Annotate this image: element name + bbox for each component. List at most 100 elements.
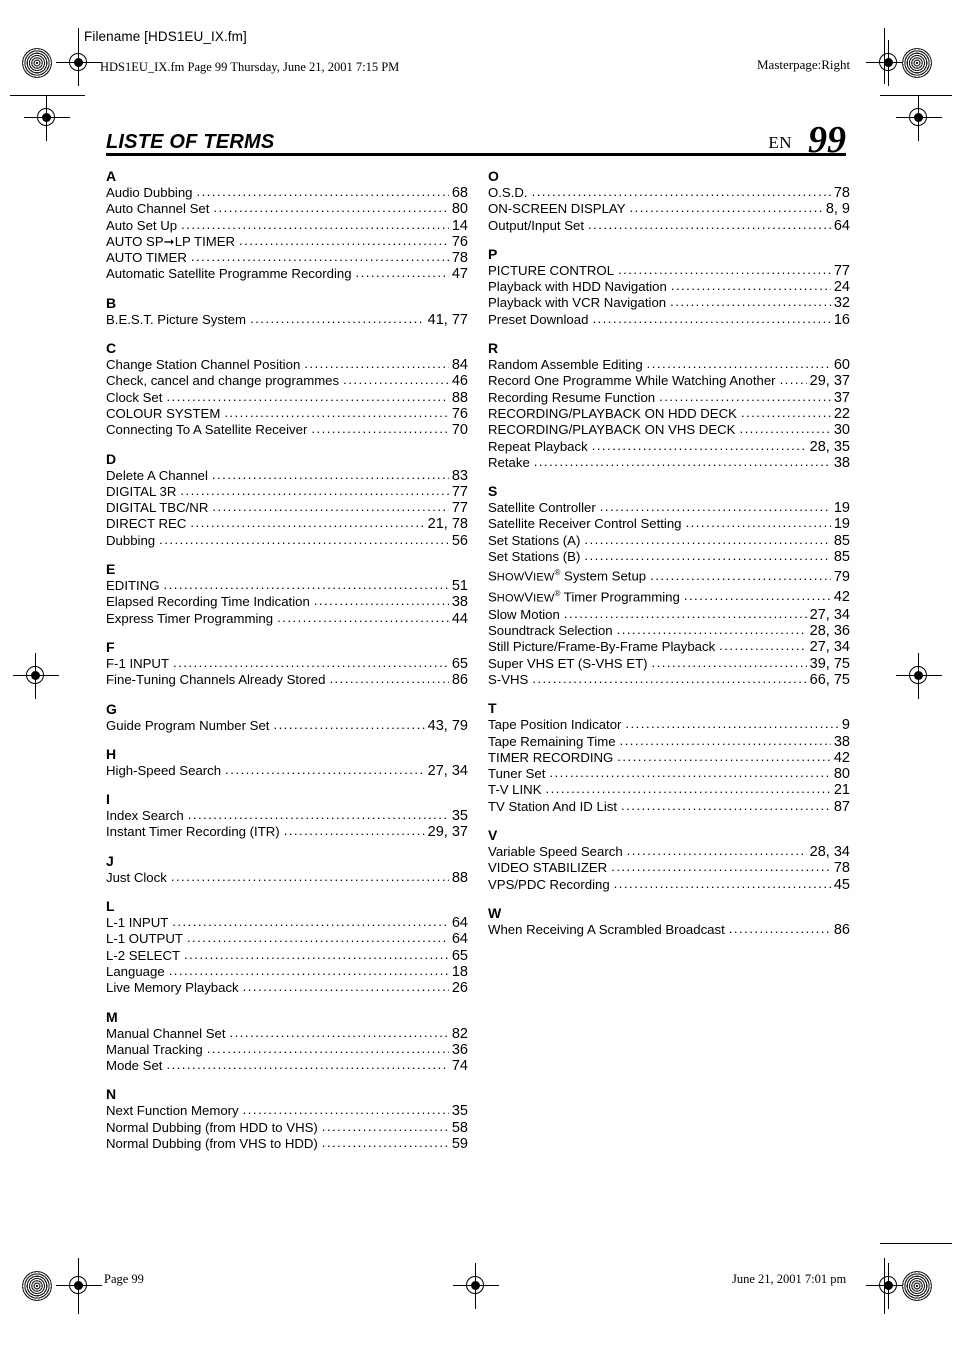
- index-column-left: A Audio Dubbing..........................…: [106, 168, 468, 1164]
- index-entry-leader: ........................................…: [343, 372, 449, 388]
- index-entry[interactable]: RECORDING/PLAYBACK ON VHS DECK..........…: [488, 421, 850, 438]
- index-entry[interactable]: Live Memory Playback....................…: [106, 979, 468, 996]
- index-entry[interactable]: DIGITAL 3R..............................…: [106, 483, 468, 500]
- index-letter-group: G Guide Program Number Set...............…: [106, 701, 468, 734]
- index-entry[interactable]: Super VHS ET (S-VHS ET).................…: [488, 655, 850, 672]
- index-entry[interactable]: Tuner Set...............................…: [488, 765, 850, 782]
- index-entry[interactable]: Fine-Tuning Channels Already Stored.....…: [106, 671, 468, 688]
- index-entry[interactable]: Preset Download.........................…: [488, 310, 850, 328]
- index-entry[interactable]: Automatic Satellite Programme Recording.…: [106, 265, 468, 282]
- index-entry[interactable]: S-VHS...................................…: [488, 671, 850, 688]
- index-entry[interactable]: Express Timer Programming...............…: [106, 610, 468, 627]
- registration-circle: [909, 108, 927, 126]
- index-entry[interactable]: TV Station And ID List..................…: [488, 798, 850, 815]
- index-entry[interactable]: VPS/PDC Recording.......................…: [488, 876, 850, 893]
- index-entry[interactable]: Slow Motion.............................…: [488, 606, 850, 623]
- index-entry[interactable]: ON-SCREEN DISPLAY.......................…: [488, 200, 850, 217]
- index-entry[interactable]: Soundtrack Selection....................…: [488, 622, 850, 639]
- index-entry[interactable]: Dubbing.................................…: [106, 532, 468, 549]
- index-entry-page: 77: [833, 262, 850, 279]
- index-entry[interactable]: Change Station Channel Position.........…: [106, 356, 468, 373]
- index-entry[interactable]: Random Assemble Editing.................…: [488, 356, 850, 373]
- index-entry[interactable]: DIRECT REC..............................…: [106, 515, 468, 532]
- index-entry[interactable]: Elapsed Recording Time Indication.......…: [106, 593, 468, 610]
- registration-mark-middle-left: [13, 653, 59, 699]
- index-entry[interactable]: COLOUR SYSTEM...........................…: [106, 405, 468, 422]
- index-entry[interactable]: Guide Program Number Set................…: [106, 717, 468, 734]
- index-entry[interactable]: B.E.S.T. Picture System.................…: [106, 311, 468, 328]
- index-entry-page: 68: [451, 185, 468, 201]
- index-entry[interactable]: Normal Dubbing (from VHS to HDD)........…: [106, 1135, 468, 1152]
- index-entry[interactable]: AUTO TIMER..............................…: [106, 249, 468, 266]
- index-entry[interactable]: AUTO SP➞LP TIMER........................…: [106, 233, 468, 250]
- index-entry-leader: ........................................…: [329, 671, 448, 687]
- index-entry-term: Automatic Satellite Programme Recording: [106, 266, 352, 282]
- index-entry-page: 21: [833, 782, 850, 799]
- index-entry[interactable]: DIGITAL TBC/NR..........................…: [106, 499, 468, 516]
- index-entry-term: Set Stations (B): [488, 549, 581, 565]
- index-entry[interactable]: RECORDING/PLAYBACK ON HDD DECK..........…: [488, 405, 850, 422]
- index-letter-group: H High-Speed Search......................…: [106, 746, 468, 779]
- index-entry[interactable]: Set Stations (B)........................…: [488, 548, 850, 565]
- index-entry-leader: ........................................…: [186, 930, 449, 946]
- index-entry[interactable]: Playback with VCR Navigation............…: [488, 294, 850, 311]
- index-entry[interactable]: Index Search............................…: [106, 807, 468, 824]
- index-entry[interactable]: Just Clock..............................…: [106, 869, 468, 886]
- index-entry[interactable]: Audio Dubbing...........................…: [106, 184, 468, 201]
- index-entry-page: 78: [833, 860, 850, 877]
- index-entry[interactable]: SHOWVIEW® System Setup..................…: [488, 565, 850, 586]
- index-entry[interactable]: Mode Set................................…: [106, 1057, 468, 1074]
- index-entry[interactable]: Connecting To A Satellite Receiver......…: [106, 421, 468, 438]
- index-entry[interactable]: T-V LINK................................…: [488, 781, 850, 799]
- index-entry[interactable]: Still Picture/Frame-By-Frame Playback...…: [488, 638, 850, 655]
- trim-rule-top-left-vertical: [78, 28, 80, 84]
- index-entry[interactable]: Set Stations (A)........................…: [488, 532, 850, 549]
- index-entry-page: 19: [833, 516, 850, 533]
- index-entry[interactable]: Manual Channel Set......................…: [106, 1025, 468, 1042]
- index-entry[interactable]: Variable Speed Search...................…: [488, 843, 850, 860]
- index-entry-page: 38: [833, 454, 850, 471]
- index-entry[interactable]: L-1 INPUT...............................…: [106, 914, 468, 931]
- index-entry[interactable]: TIMER RECORDING.........................…: [488, 749, 850, 766]
- index-entry[interactable]: Tape Position Indicator.................…: [488, 716, 850, 733]
- index-entry[interactable]: Satellite Receiver Control Setting......…: [488, 515, 850, 533]
- index-entry[interactable]: Playback with HDD Navigation............…: [488, 278, 850, 295]
- index-entry[interactable]: Output/Input Set........................…: [488, 217, 850, 234]
- index-entry[interactable]: Repeat Playback.........................…: [488, 438, 850, 455]
- index-entry[interactable]: Retake..................................…: [488, 454, 850, 471]
- index-entry[interactable]: Normal Dubbing (from HDD to VHS)........…: [106, 1119, 468, 1136]
- index-entry[interactable]: O.S.D...................................…: [488, 184, 850, 201]
- index-entry[interactable]: PICTURE CONTROL.........................…: [488, 262, 850, 279]
- index-entry-term: Recording Resume Function: [488, 389, 656, 405]
- index-entry[interactable]: VIDEO STABILIZER........................…: [488, 859, 850, 877]
- index-entry[interactable]: Delete A Channel........................…: [106, 467, 468, 484]
- index-entry[interactable]: Language................................…: [106, 963, 468, 980]
- index-entry-leader: ........................................…: [206, 1040, 449, 1056]
- index-entry[interactable]: When Receiving A Scrambled Broadcast....…: [488, 921, 850, 938]
- index-entry[interactable]: Manual Tracking.........................…: [106, 1040, 468, 1058]
- index-entry[interactable]: Auto Set Up.............................…: [106, 217, 468, 234]
- index-entry[interactable]: Satellite Controller....................…: [488, 499, 850, 516]
- index-entry-term: DIGITAL 3R: [106, 483, 177, 499]
- index-entry-leader: ........................................…: [311, 421, 449, 437]
- index-entry-term: Auto Set Up: [106, 217, 178, 233]
- index-entry[interactable]: SHOWVIEW® Timer Programming.............…: [488, 586, 850, 607]
- index-entry[interactable]: L-1 OUTPUT..............................…: [106, 930, 468, 947]
- index-letter-heading: V: [488, 826, 498, 843]
- index-entry[interactable]: F-1 INPUT...............................…: [106, 655, 468, 672]
- index-entry[interactable]: Auto Channel Set........................…: [106, 200, 468, 217]
- index-entry[interactable]: High-Speed Search.......................…: [106, 762, 468, 779]
- index-entry[interactable]: Tape Remaining Time.....................…: [488, 733, 850, 750]
- index-letter-heading: G: [106, 700, 117, 717]
- index-entry[interactable]: Next Function Memory....................…: [106, 1102, 468, 1119]
- index-entry[interactable]: Instant Timer Recording (ITR)...........…: [106, 823, 468, 840]
- index-entry[interactable]: Clock Set...............................…: [106, 389, 468, 406]
- index-entry-term: COLOUR SYSTEM: [106, 405, 221, 421]
- index-entry[interactable]: Recording Resume Function...............…: [488, 389, 850, 406]
- index-entry[interactable]: L-2 SELECT..............................…: [106, 947, 468, 964]
- index-entry-term: T-V LINK: [488, 782, 542, 798]
- index-entry[interactable]: EDITING.................................…: [106, 577, 468, 594]
- index-entry[interactable]: Check, cancel and change programmes.....…: [106, 372, 468, 389]
- index-entry[interactable]: Record One Programme While Watching Anot…: [488, 372, 850, 389]
- index-entry-leader: ........................................…: [592, 310, 830, 326]
